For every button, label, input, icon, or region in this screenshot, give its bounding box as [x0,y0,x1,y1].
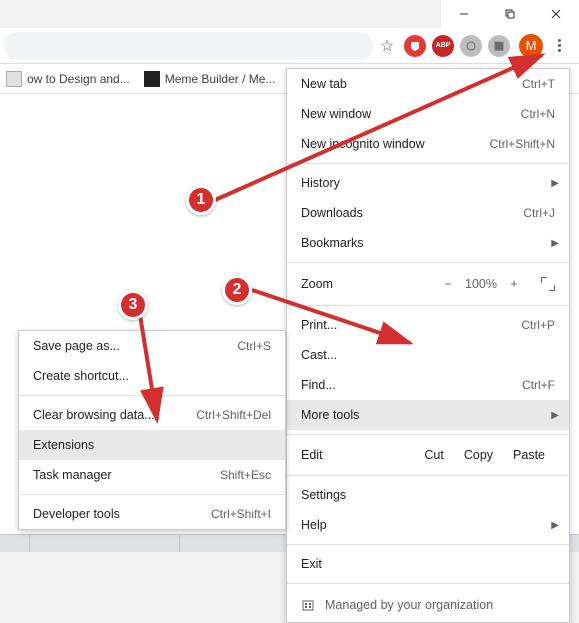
menu-shortcut: Ctrl+N [521,107,555,121]
menu-separator [287,475,569,476]
menu-kebab-icon[interactable] [549,39,569,52]
bookmark-item[interactable]: ow to Design and... [6,71,130,87]
zoom-in-button[interactable]: + [507,277,521,291]
menu-shortcut: Shift+Esc [220,468,271,482]
submenu-extensions[interactable]: Extensions [19,430,285,460]
bookmark-label: ow to Design and... [27,72,130,86]
menu-shortcut: Ctrl+Shift+Del [196,408,271,422]
menu-bookmarks[interactable]: Bookmarks ▶ [287,228,569,258]
window-controls [441,0,579,28]
menu-item-label: Print... [301,318,521,332]
menu-item-label: Exit [301,557,555,571]
menu-settings[interactable]: Settings [287,480,569,510]
menu-item-label: New tab [301,77,522,91]
submenu-task-manager[interactable]: Task manager Shift+Esc [19,460,285,490]
bookmark-star-icon[interactable]: ☆ [373,36,401,56]
submenu-save-page[interactable]: Save page as... Ctrl+S [19,331,285,361]
annotation-badge-2: 2 [222,275,252,305]
chevron-right-icon: ▶ [551,238,559,249]
menu-item-label: Cast... [301,348,555,362]
menu-item-label: Settings [301,488,555,502]
menu-print[interactable]: Print... Ctrl+P [287,310,569,340]
menu-history[interactable]: History ▶ [287,168,569,198]
menu-item-label: Clear browsing data... [33,408,196,422]
menu-separator [287,262,569,263]
submenu-developer-tools[interactable]: Developer tools Ctrl+Shift+I [19,499,285,529]
zoom-out-button[interactable]: − [441,277,455,291]
menu-item-label: Create shortcut... [33,369,271,383]
menu-separator [287,305,569,306]
menu-more-tools[interactable]: More tools ▶ [287,400,569,430]
submenu-clear-browsing[interactable]: Clear browsing data... Ctrl+Shift+Del [19,400,285,430]
menu-downloads[interactable]: Downloads Ctrl+J [287,198,569,228]
menu-separator [19,494,285,495]
menu-new-tab[interactable]: New tab Ctrl+T [287,69,569,99]
menu-item-label: Save page as... [33,339,237,353]
menu-item-label: Zoom [301,277,441,291]
menu-shortcut: Ctrl+Shift+I [211,507,271,521]
submenu-create-shortcut[interactable]: Create shortcut... [19,361,285,391]
menu-item-label: Bookmarks [301,236,555,250]
chevron-right-icon: ▶ [551,520,559,531]
address-bar[interactable] [4,32,373,60]
favicon-icon [144,71,160,87]
menu-find[interactable]: Find... Ctrl+F [287,370,569,400]
more-tools-submenu: Save page as... Ctrl+S Create shortcut..… [18,330,286,530]
favicon-icon [6,71,22,87]
menu-item-label: New window [301,107,521,121]
profile-avatar[interactable]: M [519,34,543,58]
menu-item-label: Help [301,518,555,532]
menu-item-label: Downloads [301,206,523,220]
menu-separator [287,163,569,164]
bookmark-item[interactable]: Meme Builder / Me... [144,71,276,87]
menu-item-label: More tools [301,408,555,422]
menu-shortcut: Ctrl+Shift+N [490,137,555,151]
menu-item-label: Extensions [33,438,271,452]
chevron-right-icon: ▶ [551,178,559,189]
minimize-button[interactable] [441,0,487,28]
menu-item-label: Find... [301,378,522,392]
close-button[interactable] [533,0,579,28]
menu-shortcut: Ctrl+T [522,77,555,91]
extension-icon[interactable] [460,35,482,57]
menu-separator [287,583,569,584]
menu-item-label: Edit [301,448,414,462]
menu-help[interactable]: Help ▶ [287,510,569,540]
menu-cast[interactable]: Cast... [287,340,569,370]
edit-copy-button[interactable]: Copy [454,448,503,462]
menu-new-window[interactable]: New window Ctrl+N [287,99,569,129]
zoom-level: 100% [465,277,497,291]
menu-edit-row: Edit Cut Copy Paste [287,439,569,471]
menu-shortcut: Ctrl+F [522,378,555,392]
annotation-badge-1: 1 [186,185,216,215]
edit-cut-button[interactable]: Cut [414,448,453,462]
fullscreen-icon[interactable] [541,277,555,291]
edit-paste-button[interactable]: Paste [503,448,555,462]
menu-exit[interactable]: Exit [287,549,569,579]
annotation-badge-3: 3 [118,290,148,320]
menu-item-label: History [301,176,555,190]
menu-new-incognito[interactable]: New incognito window Ctrl+Shift+N [287,129,569,159]
organization-icon [301,598,315,612]
maximize-button[interactable] [487,0,533,28]
menu-separator [19,395,285,396]
menu-zoom-row: Zoom − 100% + [287,267,569,301]
menu-shortcut: Ctrl+P [521,318,555,332]
menu-shortcut: Ctrl+S [237,339,271,353]
extension-icon-2[interactable]: ▦ [488,35,510,57]
extension-abp-icon[interactable]: ABP [432,35,454,57]
extension-ublock-icon[interactable] [404,35,426,57]
menu-shortcut: Ctrl+J [523,206,555,220]
menu-item-label: Task manager [33,468,220,482]
menu-item-label: Developer tools [33,507,211,521]
menu-separator [287,544,569,545]
chrome-main-menu: New tab Ctrl+T New window Ctrl+N New inc… [286,68,570,623]
menu-managed-footer[interactable]: Managed by your organization [287,588,569,622]
menu-item-label: New incognito window [301,137,490,151]
toolbar: ☆ ABP ▦ M [0,28,579,64]
menu-separator [287,434,569,435]
chevron-right-icon: ▶ [551,410,559,421]
managed-label: Managed by your organization [325,598,493,612]
bookmark-label: Meme Builder / Me... [165,72,276,86]
